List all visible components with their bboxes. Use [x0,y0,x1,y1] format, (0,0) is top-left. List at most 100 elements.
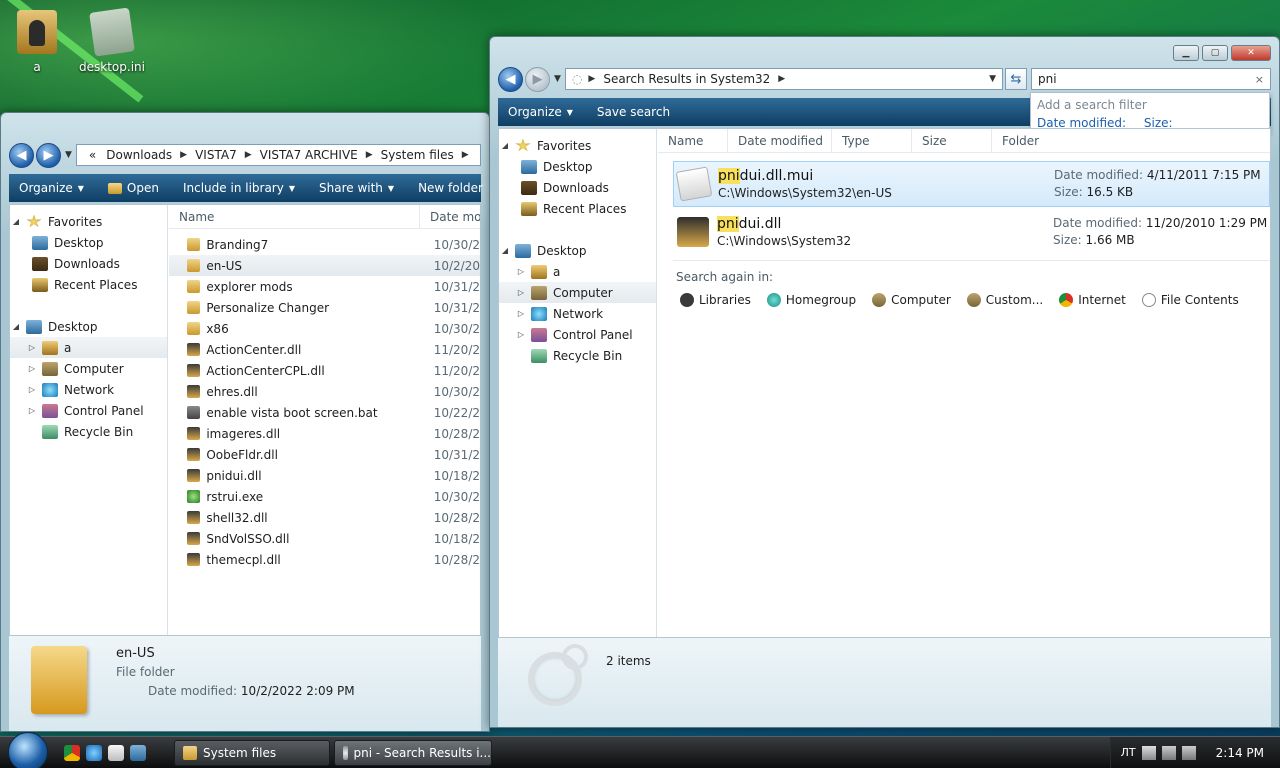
share-with-button[interactable]: Share with ▼ [319,181,394,195]
tree-user-a[interactable]: ▷ a [10,337,167,358]
documents-icon[interactable] [108,745,124,761]
file-row-en-us[interactable]: en-US 10/2/20 [169,255,480,276]
breadcrumb-downloads[interactable]: Downloads [106,148,172,162]
tree-computer[interactable]: ▷ Computer [10,358,167,379]
column-header-folder[interactable]: Folder [992,129,1082,152]
explorer-window-search-results[interactable]: ▁ ▢ ✕ ◀ ▶ ▼ ◌ ▶ Search Results in System… [489,36,1280,728]
search-results-list[interactable]: Name Date modified Type Size Folder pnid… [658,129,1270,637]
minimize-button[interactable]: ▁ [1173,45,1199,61]
tree-recent-places[interactable]: Recent Places [499,198,656,219]
breadcrumb-separator-icon[interactable]: ▶ [588,74,595,84]
action-center-flag-icon[interactable] [1141,746,1156,760]
collapse-arrow-icon[interactable]: ◢ [10,217,22,226]
include-in-library-button[interactable]: Include in library ▼ [183,181,295,195]
desktop-icon-desktop-ini[interactable]: desktop.ini [77,7,147,74]
file-row-x86[interactable]: x86 10/30/2 [169,318,480,339]
organize-button[interactable]: Organize ▼ [19,181,84,195]
explorer-window-system-files[interactable]: ◀ ▶ ▼ « Downloads ▶ VISTA7 ▶ VISTA7 ARCH… [0,112,490,732]
file-row-personalize-changer[interactable]: Personalize Changer 10/31/2 [169,297,480,318]
file-row-enable-vista-boot-screen-bat[interactable]: enable vista boot screen.bat 10/22/2 [169,402,480,423]
back-button[interactable]: ◀ [9,142,34,168]
file-row-oobefldr-dll[interactable]: OobeFldr.dll 10/31/2 [169,444,480,465]
search-result-pnidui-dll[interactable]: pnidui.dll C:\Windows\System32 Date modi… [673,209,1270,255]
file-row-branding7[interactable]: Branding7 10/30/2 [169,234,480,255]
file-row-actioncentercpl-dll[interactable]: ActionCenterCPL.dll 11/20/2 [169,360,480,381]
clear-search-icon[interactable]: × [1255,73,1264,86]
forward-button[interactable]: ▶ [525,66,550,92]
tree-recycle-bin[interactable]: Recycle Bin [10,421,167,442]
breadcrumb-vista7[interactable]: VISTA7 [195,148,237,162]
breadcrumb-search-results[interactable]: Search Results in System32 [603,72,770,86]
breadcrumb-system-files[interactable]: System files [381,148,454,162]
breadcrumb-separator-icon[interactable]: ▶ [180,150,187,160]
organize-button[interactable]: Organize ▼ [508,105,573,119]
file-row-imageres-dll[interactable]: imageres.dll 10/28/2 [169,423,480,444]
address-bar[interactable]: « Downloads ▶ VISTA7 ▶ VISTA7 ARCHIVE ▶ … [75,144,481,166]
breadcrumb-overflow[interactable]: « [89,148,96,162]
chrome-icon[interactable] [64,745,80,761]
internet-explorer-icon[interactable] [86,745,102,761]
tree-desktop[interactable]: ◢ Desktop [10,316,167,337]
save-search-button[interactable]: Save search [597,105,670,119]
tree-desktop-favorite[interactable]: Desktop [499,156,656,177]
collapse-arrow-icon[interactable]: ◢ [499,246,511,255]
expand-arrow-icon[interactable]: ▷ [26,406,38,415]
file-row-themecpl-dll[interactable]: themecpl.dll 10/28/2 [169,549,480,570]
tree-recycle-bin[interactable]: Recycle Bin [499,345,656,366]
column-header-date-modified[interactable]: Date modified [728,129,832,152]
tree-control-panel[interactable]: ▷ Control Panel [499,324,656,345]
open-button[interactable]: Open [107,181,159,195]
file-row-rstrui-exe[interactable]: rstrui.exe 10/30/2 [169,486,480,507]
search-input[interactable]: pni × [1031,68,1271,90]
navigation-pane[interactable]: ◢ Favorites Desktop Downloads Recent Plac… [499,129,657,637]
file-row-sndvolsso-dll[interactable]: SndVolSSO.dll 10/18/2 [169,528,480,549]
tree-user-a[interactable]: ▷ a [499,261,656,282]
tree-downloads[interactable]: Downloads [499,177,656,198]
tree-computer[interactable]: ▷ Computer [499,282,656,303]
expand-arrow-icon[interactable]: ▷ [515,267,527,276]
show-desktop-icon[interactable] [130,745,146,761]
collapse-arrow-icon[interactable]: ◢ [499,141,511,150]
column-header-type[interactable]: Type [832,129,912,152]
tree-desktop[interactable]: ◢ Desktop [499,240,656,261]
breadcrumb-separator-icon[interactable]: ▶ [366,150,373,160]
column-header-date[interactable]: Date mo [420,205,480,228]
recent-pages-dropdown-icon[interactable]: ▼ [554,74,561,84]
column-header-name[interactable]: Name [658,129,728,152]
expand-arrow-icon[interactable]: ▷ [26,385,38,394]
new-folder-button[interactable]: New folder [418,181,483,195]
search-again-homegroup[interactable]: Homegroup [766,293,856,307]
search-result-pnidui-dll-mui[interactable]: pnidui.dll.mui C:\Windows\System32\en-US… [673,161,1270,207]
tree-favorites[interactable]: ◢ Favorites [10,211,167,232]
breadcrumb-separator-icon[interactable]: ▶ [245,150,252,160]
file-row-explorer-mods[interactable]: explorer mods 10/31/2 [169,276,480,297]
file-row-ehres-dll[interactable]: ehres.dll 10/30/2 [169,381,480,402]
search-again-internet[interactable]: Internet [1059,293,1126,307]
tree-downloads[interactable]: Downloads [10,253,167,274]
file-list[interactable]: Name Date mo Branding7 10/30/2 en-US 10/2/… [169,205,480,635]
volume-muted-icon[interactable] [1181,746,1196,760]
address-dropdown-icon[interactable]: ▼ [989,74,996,84]
tree-desktop-favorite[interactable]: Desktop [10,232,167,253]
start-button[interactable] [8,732,48,768]
expand-arrow-icon[interactable]: ▷ [515,309,527,318]
address-bar[interactable]: ◌ ▶ Search Results in System32 ▶ ▼ [564,68,1003,90]
tree-control-panel[interactable]: ▷ Control Panel [10,400,167,421]
search-again-file-contents[interactable]: File Contents [1141,293,1239,307]
file-row-actioncenter-dll[interactable]: ActionCenter.dll 11/20/2 [169,339,480,360]
back-button[interactable]: ◀ [498,66,523,92]
expand-arrow-icon[interactable]: ▷ [26,364,38,373]
recent-pages-dropdown-icon[interactable]: ▼ [65,150,72,160]
file-row-pnidui-dll[interactable]: pnidui.dll 10/18/2 [169,465,480,486]
refresh-button[interactable]: ⇆ [1005,68,1027,90]
tree-recent-places[interactable]: Recent Places [10,274,167,295]
search-again-libraries[interactable]: Libraries [680,293,751,307]
collapse-arrow-icon[interactable]: ◢ [10,322,22,331]
maximize-button[interactable]: ▢ [1202,45,1228,61]
navigation-pane[interactable]: ◢ Favorites Desktop Downloads Recent Plac… [10,205,168,635]
breadcrumb-separator-icon[interactable]: ▶ [778,74,785,84]
expand-arrow-icon[interactable]: ▷ [515,330,527,339]
close-button[interactable]: ✕ [1231,45,1271,61]
clock[interactable]: 2:14 PM [1216,746,1264,760]
language-indicator[interactable]: ЛТ [1121,746,1136,760]
